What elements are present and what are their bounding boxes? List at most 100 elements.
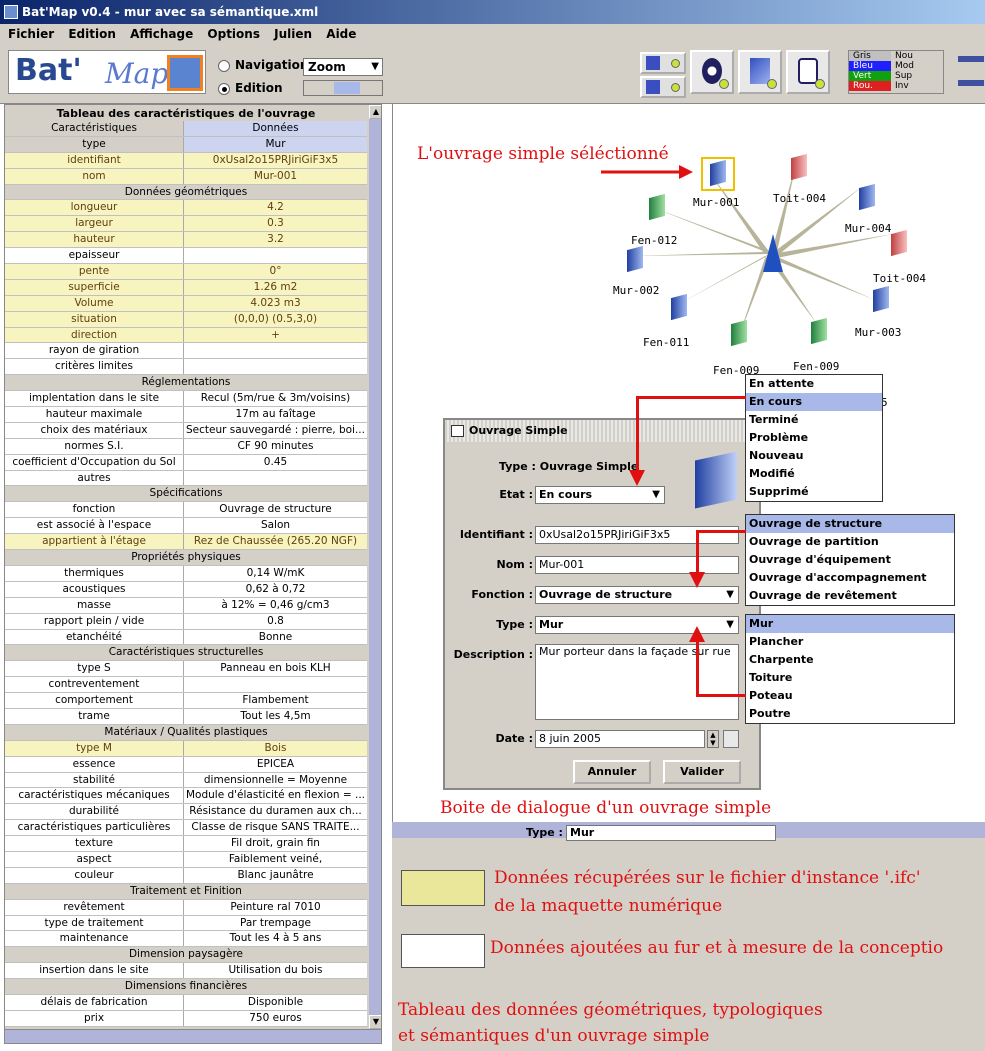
document-button[interactable] bbox=[738, 50, 782, 94]
menu-julien[interactable]: Julien bbox=[274, 27, 312, 41]
type-select[interactable]: Mur ▼ bbox=[535, 616, 739, 634]
table-row[interactable]: aspect Faiblement veiné, bbox=[5, 851, 367, 868]
table-section-header[interactable]: Propriétés physiques bbox=[5, 550, 367, 566]
table-cell-value[interactable]: 17m au faîtage bbox=[184, 407, 367, 422]
table-cell-value[interactable]: Flambement bbox=[184, 693, 367, 708]
table-row[interactable]: acoustiques 0,62 à 0,72 bbox=[5, 581, 367, 598]
table-cell-value[interactable]: CF 90 minutes bbox=[184, 439, 367, 454]
table-section-header[interactable]: Caractéristiques structurelles bbox=[5, 645, 367, 662]
table-row[interactable]: coefficient d'Occupation du Sol 0.45 bbox=[5, 454, 367, 471]
dropdown-option[interactable]: Charpente bbox=[746, 651, 954, 669]
table-cell-value[interactable]: Mur bbox=[184, 136, 367, 152]
dropdown-option[interactable]: Toiture bbox=[746, 669, 954, 687]
table-section-header[interactable]: Dimension paysagère bbox=[5, 947, 367, 964]
table-row[interactable]: Volume 4.023 m3 bbox=[5, 295, 367, 312]
table-cell-value[interactable]: 0.45 bbox=[184, 455, 367, 470]
bottom-type-field[interactable]: Mur bbox=[566, 825, 776, 841]
table-row[interactable]: nom Mur-001 bbox=[5, 168, 367, 185]
dropdown-option[interactable]: En cours bbox=[746, 393, 882, 411]
table-cell-value[interactable] bbox=[184, 677, 367, 692]
table-row[interactable]: type S Panneau en bois KLH bbox=[5, 661, 367, 678]
toolbar-overflow-icon[interactable] bbox=[958, 56, 984, 62]
dropdown-option[interactable]: Ouvrage de structure bbox=[746, 515, 954, 533]
date-field[interactable]: 8 juin 2005 bbox=[535, 730, 705, 748]
toolbar-overflow-icon[interactable] bbox=[958, 80, 984, 86]
radio-edition[interactable]: Edition bbox=[218, 81, 283, 95]
tool-button-2[interactable] bbox=[640, 76, 686, 98]
table-cell-value[interactable]: Peinture ral 7010 bbox=[184, 900, 367, 915]
table-cell-value[interactable]: 4.2 bbox=[184, 200, 367, 215]
cancel-button[interactable]: Annuler bbox=[573, 760, 651, 784]
table-row[interactable]: autres bbox=[5, 470, 367, 487]
table-cell-value[interactable]: Secteur sauvegardé : pierre, boi... bbox=[184, 423, 367, 438]
table-cell-value[interactable]: Résistance du duramen aux ch... bbox=[184, 804, 367, 819]
table-row[interactable]: epaisseur bbox=[5, 248, 367, 265]
table-cell-value[interactable]: Blanc jaunâtre bbox=[184, 868, 367, 883]
table-row[interactable]: thermiques 0,14 W/mK bbox=[5, 565, 367, 582]
table-section-header[interactable]: Matériaux / Qualités plastiques bbox=[5, 724, 367, 741]
table-row[interactable]: couleur Blanc jaunâtre bbox=[5, 867, 367, 884]
table-cell-value[interactable]: Mur-001 bbox=[184, 169, 367, 184]
table-cell-value[interactable]: Bonne bbox=[184, 630, 367, 645]
date-spinner[interactable]: ▲ ▼ bbox=[707, 730, 719, 748]
table-cell-value[interactable]: Rez de Chaussée (265.20 NGF) bbox=[184, 534, 367, 549]
table-row[interactable]: situation (0,0,0) (0.5,3,0) bbox=[5, 311, 367, 328]
table-row[interactable]: maintenance Tout les 4 à 5 ans bbox=[5, 931, 367, 948]
table-cell-value[interactable]: Ouvrage de structure bbox=[184, 502, 367, 517]
vertical-scrollbar[interactable]: ▲ ▼ bbox=[369, 105, 381, 1029]
table-row[interactable]: type de traitement Par trempage bbox=[5, 915, 367, 932]
nom-field[interactable]: Mur-001 bbox=[535, 556, 739, 574]
fonction-select[interactable]: Ouvrage de structure ▼ bbox=[535, 586, 739, 604]
table-row[interactable]: largeur 0.3 bbox=[5, 216, 367, 233]
table-cell-value[interactable] bbox=[184, 471, 367, 486]
dialog-title-bar[interactable]: Ouvrage Simple bbox=[445, 420, 759, 442]
node-toit-004b[interactable] bbox=[891, 229, 907, 257]
table-cell-value[interactable]: Disponible bbox=[184, 995, 367, 1010]
table-row[interactable]: choix des matériaux Secteur sauvegardé : … bbox=[5, 422, 367, 439]
table-cell-value[interactable]: 0,62 à 0,72 bbox=[184, 582, 367, 597]
table-row[interactable]: implentation dans le site Recul (5m/rue &… bbox=[5, 391, 367, 408]
table-row[interactable]: insertion dans le site Utilisation du boi… bbox=[5, 963, 367, 980]
dropdown-option[interactable]: Ouvrage de partition bbox=[746, 533, 954, 551]
table-row[interactable]: contreventement bbox=[5, 677, 367, 694]
table-row[interactable]: etanchéité Bonne bbox=[5, 629, 367, 646]
dropdown-option[interactable]: Poteau bbox=[746, 687, 954, 705]
table-row[interactable]: revêtement Peinture ral 7010 bbox=[5, 899, 367, 916]
etat-select[interactable]: En cours ▼ bbox=[535, 486, 665, 504]
node-fen-009b[interactable] bbox=[731, 319, 747, 347]
table-cell-value[interactable]: à 12% = 0,46 g/cm3 bbox=[184, 598, 367, 613]
table-cell-value[interactable]: Tout les 4,5m bbox=[184, 709, 367, 724]
dropdown-option[interactable]: Problème bbox=[746, 429, 882, 447]
table-cell-value[interactable]: Tout les 4 à 5 ans bbox=[184, 931, 367, 946]
dropdown-option[interactable]: Ouvrage de revêtement bbox=[746, 587, 954, 605]
dropdown-option[interactable]: En attente bbox=[746, 375, 882, 393]
table-row[interactable]: hauteur maximale 17m au faîtage bbox=[5, 407, 367, 423]
table-cell-value[interactable]: Bois bbox=[184, 741, 367, 756]
table-cell-value[interactable]: Panneau en bois KLH bbox=[184, 661, 367, 676]
table-cell-value[interactable] bbox=[184, 359, 367, 374]
table-row[interactable]: type M Bois bbox=[5, 740, 367, 757]
table-row[interactable]: caractéristiques mécaniques Module d'élas… bbox=[5, 788, 367, 805]
menu-fichier[interactable]: Fichier bbox=[8, 27, 54, 41]
table-row[interactable]: normes S.I. CF 90 minutes bbox=[5, 438, 367, 455]
table-cell-value[interactable]: Faiblement veiné, bbox=[184, 852, 367, 867]
table-cell-value[interactable]: Module d'élasticité en flexion = ... bbox=[184, 788, 367, 803]
table-row[interactable]: caractéristiques particulières Classe de … bbox=[5, 820, 367, 837]
slider-thumb[interactable] bbox=[334, 82, 360, 94]
zoom-select[interactable]: Zoom ▼ bbox=[303, 58, 383, 76]
table-cell-value[interactable]: 0° bbox=[184, 264, 367, 279]
scroll-down-icon[interactable]: ▼ bbox=[369, 1015, 381, 1029]
table-section-header[interactable]: Réglementations bbox=[5, 375, 367, 392]
table-cell-value[interactable]: 3.2 bbox=[184, 232, 367, 247]
dropdown-option[interactable]: Plancher bbox=[746, 633, 954, 651]
dropdown-option[interactable]: Nouveau bbox=[746, 447, 882, 465]
table-row[interactable]: pente 0° bbox=[5, 264, 367, 280]
node-mur-003[interactable] bbox=[873, 285, 889, 313]
node-fen-012[interactable] bbox=[649, 193, 665, 221]
table-cell-value[interactable] bbox=[184, 343, 367, 358]
settings-button[interactable] bbox=[690, 50, 734, 94]
zoom-slider[interactable] bbox=[303, 80, 383, 96]
table-row[interactable]: stabilité dimensionnelle = Moyenne bbox=[5, 772, 367, 789]
table-row[interactable]: longueur 4.2 bbox=[5, 200, 367, 217]
table-cell-value[interactable]: Recul (5m/rue & 3m/voisins) bbox=[184, 391, 367, 406]
